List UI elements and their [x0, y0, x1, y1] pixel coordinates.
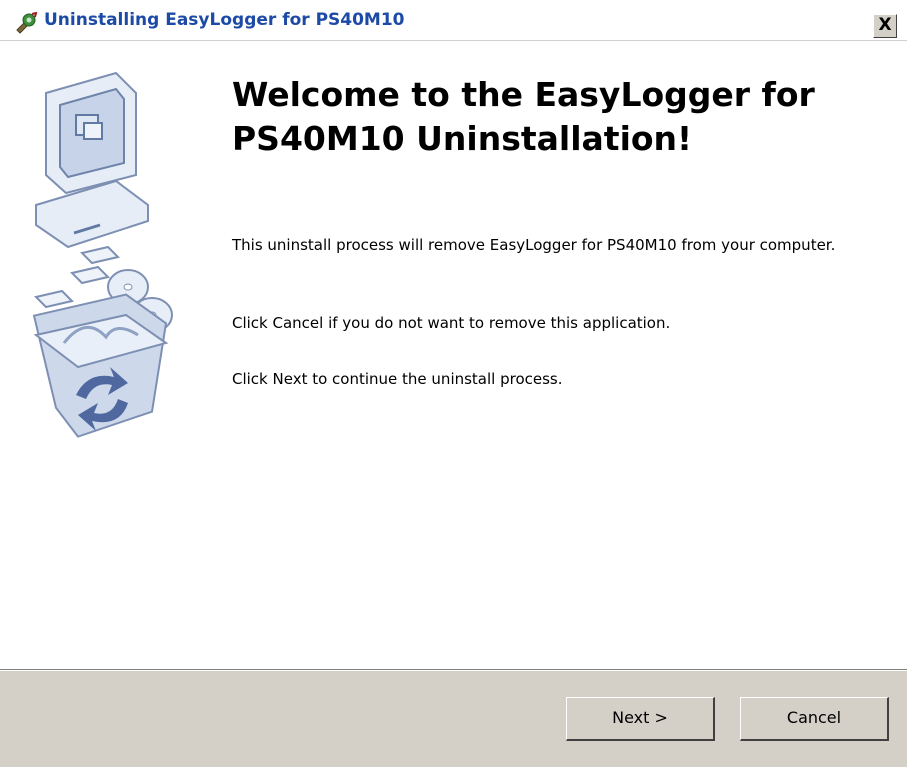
close-button[interactable]: X	[873, 14, 897, 38]
cancel-instruction: Click Cancel if you do not want to remov…	[232, 314, 671, 332]
next-instruction: Click Next to continue the uninstall pro…	[232, 370, 563, 388]
computer-icon	[35, 71, 149, 249]
welcome-heading: Welcome to the EasyLogger for PS40M10 Un…	[232, 75, 815, 158]
content-panel: Welcome to the EasyLogger for PS40M10 Un…	[0, 41, 907, 669]
uninstall-illustration	[16, 65, 196, 445]
next-button[interactable]: Next >	[566, 697, 715, 741]
window-title: Uninstalling EasyLogger for PS40M10	[44, 10, 405, 30]
cancel-button[interactable]: Cancel	[740, 697, 889, 741]
installer-app-icon	[14, 11, 38, 34]
title-bar[interactable]: Uninstalling EasyLogger for PS40M10 X	[0, 0, 907, 41]
footer-separator	[0, 669, 907, 671]
uninstall-description: This uninstall process will remove EasyL…	[232, 236, 836, 254]
uninstall-dialog: Uninstalling EasyLogger for PS40M10 X We…	[0, 0, 907, 767]
recycle-bin-icon	[32, 293, 169, 438]
